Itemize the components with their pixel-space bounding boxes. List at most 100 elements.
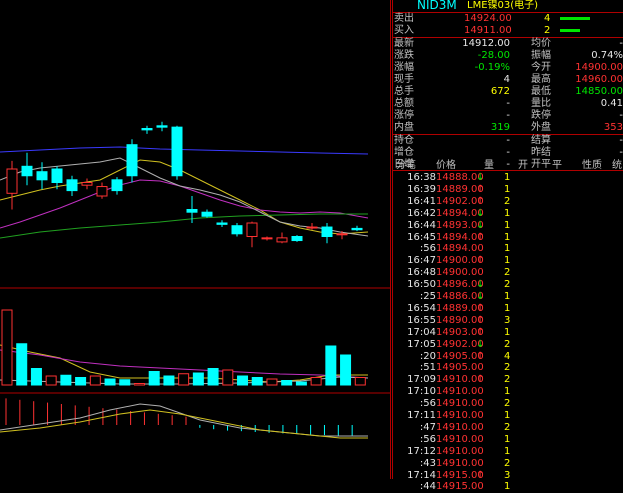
quote-row: 涨停 - 跌停 -: [392, 110, 623, 122]
position-value: -: [506, 147, 510, 158]
tick-time: :56: [419, 433, 436, 445]
volume-bar: [16, 343, 28, 386]
quote-label: 外盘: [531, 122, 551, 133]
candle-body: [156, 125, 168, 128]
candle-body: [231, 225, 243, 235]
arrow-up-icon: ↑: [476, 231, 485, 243]
kline-chart[interactable]: [0, 0, 391, 479]
volume-bar: [163, 375, 175, 386]
buy-price: 14911.00: [464, 25, 512, 36]
tick-volume: 2: [504, 195, 511, 207]
tick-row[interactable]: 16:47 14900.00 ↑ 1: [392, 255, 623, 267]
tick-row[interactable]: 16:44 14893.00 ↓ 1: [392, 220, 623, 232]
ticks-header-vol: 量: [484, 160, 494, 171]
quote-value: 14850.00: [575, 86, 623, 97]
tick-volume: 1: [504, 183, 511, 195]
tick-row[interactable]: 16:41 14902.00 ↑ 2: [392, 196, 623, 208]
ma-line-blue: [0, 146, 369, 155]
tick-price: 14910.00: [436, 398, 484, 410]
tick-time: 16:41: [407, 195, 436, 207]
tick-volume: 1: [504, 207, 511, 219]
tick-row[interactable]: :51 14905.00 2: [392, 362, 623, 374]
tick-price: 14905.00: [436, 362, 484, 374]
ticks-header-close: 平: [552, 160, 562, 171]
volume-bar: [178, 373, 190, 386]
tick-row[interactable]: :20 14905.00 ↑ 4: [392, 351, 623, 363]
tick-price: 14910.00: [436, 410, 484, 421]
tick-row[interactable]: 17:04 14903.00 ↑ 1: [392, 327, 623, 339]
tick-time: 17:14: [407, 469, 436, 481]
candle-body: [6, 168, 18, 194]
tick-time: 16:45: [407, 231, 436, 243]
divider: [392, 0, 393, 479]
tick-row[interactable]: :56 14910.00 2: [392, 398, 623, 410]
tick-row[interactable]: 16:48 14900.00 2: [392, 267, 623, 279]
volume-bar: [354, 377, 366, 386]
volume-bar: [325, 345, 337, 386]
tick-row[interactable]: :43 14910.00 2: [392, 458, 623, 470]
arrow-up-icon: ↑: [476, 255, 485, 267]
tick-volume: 3: [504, 469, 511, 481]
tick-time: 17:12: [407, 445, 436, 457]
volume-bar: [75, 377, 87, 386]
tick-price: 14915.00: [436, 481, 484, 493]
buy-row[interactable]: 买入 14911.00 2: [392, 25, 623, 37]
instrument-title: NID3M LME镍03(电子): [392, 0, 623, 12]
tick-row[interactable]: 17:14 14915.00 ↑ 3: [392, 470, 623, 482]
buy-bar: [560, 29, 580, 32]
tick-time: 17:04: [407, 326, 436, 338]
tick-row[interactable]: :56 14894.00 1: [392, 243, 623, 255]
tick-row[interactable]: 16:54 14889.00 ↑ 1: [392, 303, 623, 315]
candle-body: [21, 165, 33, 177]
quote-value: -: [506, 110, 510, 121]
quote-label: 涨幅: [394, 62, 414, 73]
tick-volume: 2: [504, 362, 511, 374]
tick-row[interactable]: 17:12 14910.00 1: [392, 446, 623, 458]
tick-price: 14910.00: [436, 457, 484, 469]
arrow-down-icon: ↓: [476, 172, 485, 183]
quote-label: 均价: [531, 38, 551, 49]
position-label: 昨结: [531, 147, 551, 158]
quote-label: 今开: [531, 62, 551, 73]
tick-volume: 1: [504, 481, 511, 493]
tick-volume: 1: [504, 255, 511, 267]
tick-time: 16:42: [407, 207, 436, 219]
quote-row: 涨跌 -28.00 振幅 0.74%: [392, 50, 623, 62]
tick-row[interactable]: 16:38 14888.00 ↓ 1: [392, 172, 623, 184]
position-row: 持仓 - 结算 -: [392, 135, 623, 147]
quote-label: 量比: [531, 98, 551, 109]
tick-row[interactable]: 17:10 14910.00 1: [392, 386, 623, 398]
tick-row[interactable]: 16:42 14894.00 ↓ 1: [392, 208, 623, 220]
quote-panel: NID3M LME镍03(电子) 卖出 14924.00 4 买入 14911.…: [392, 0, 623, 492]
tick-time: :43: [419, 457, 436, 469]
tick-row[interactable]: 17:09 14910.00 ↑ 2: [392, 374, 623, 386]
tick-volume: 1: [504, 172, 511, 183]
volume-bar: [45, 375, 57, 386]
tick-row[interactable]: 16:50 14896.00 ↓ 2: [392, 279, 623, 291]
tick-price: 14910.00: [436, 433, 484, 445]
tick-row[interactable]: 16:45 14894.00 ↑ 1: [392, 232, 623, 244]
volume-bar: [266, 378, 278, 386]
quote-value: -28.00: [477, 50, 510, 61]
tick-row[interactable]: :56 14910.00 1: [392, 434, 623, 446]
position-row: 增仓 - 昨结 -: [392, 147, 623, 159]
sell-row[interactable]: 卖出 14924.00 4: [392, 13, 623, 25]
tick-row[interactable]: 17:05 14902.00 ↓ 2: [392, 339, 623, 351]
tick-row[interactable]: :25 14886.00 ↓ 1: [392, 291, 623, 303]
sell-bar: [560, 17, 590, 20]
sell-label: 卖出: [394, 13, 414, 24]
quote-value: 14912.00: [462, 38, 510, 49]
tick-row[interactable]: 16:39 14889.00 ↑ 1: [392, 184, 623, 196]
tick-row[interactable]: 16:55 14890.00 ↑ 3: [392, 315, 623, 327]
volume-bar: [89, 375, 101, 386]
tick-time: 16:48: [407, 267, 436, 279]
ma-line-green: [0, 213, 368, 239]
quote-value: -: [619, 38, 623, 49]
tick-row[interactable]: :47 14910.00 2: [392, 422, 623, 434]
candle-body: [216, 222, 228, 225]
tick-time: 17:10: [407, 386, 436, 398]
tick-row[interactable]: 17:11 14910.00 1: [392, 410, 623, 422]
arrow-up-icon: ↑: [476, 469, 485, 481]
tick-row[interactable]: :44 14915.00 1: [392, 481, 623, 493]
quote-row: 总额 - 量比 0.41: [392, 98, 623, 110]
